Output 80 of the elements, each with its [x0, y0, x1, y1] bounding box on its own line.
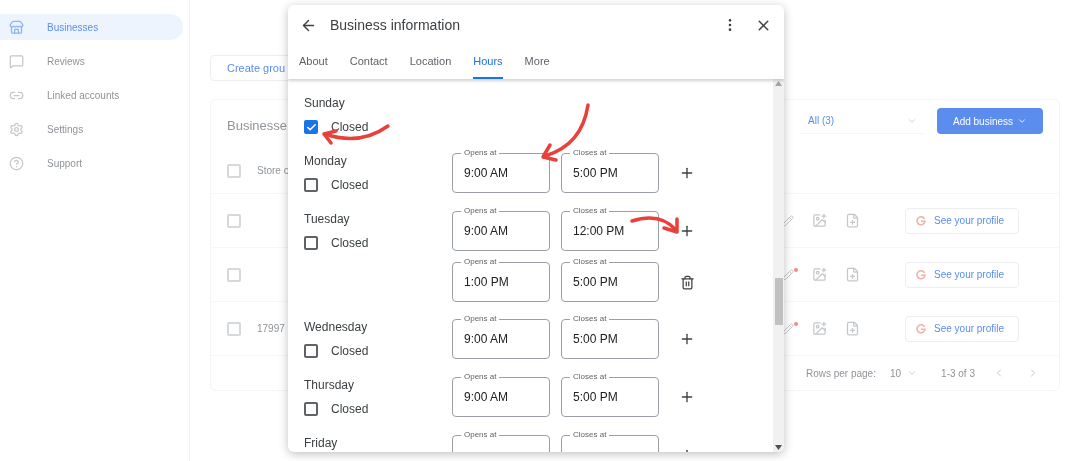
time-value: 1:00 PM	[464, 274, 509, 291]
field-label: Closes at	[570, 314, 610, 324]
add-photo-icon[interactable]	[812, 267, 827, 282]
checkbox[interactable]	[304, 178, 318, 192]
field-label: Opens at	[461, 314, 500, 324]
scrollbar-thumb[interactable]	[775, 278, 783, 325]
checkbox[interactable]	[304, 236, 318, 250]
g-logo-icon	[916, 215, 926, 226]
day-name: Sunday	[304, 96, 346, 110]
add-post-icon[interactable]	[845, 213, 860, 228]
page-range: 1-3 of 3	[941, 366, 975, 381]
field-label: Opens at	[461, 206, 500, 216]
checkbox[interactable]	[304, 120, 318, 134]
time-value: 5:00 PM	[573, 331, 618, 348]
add-photo-icon[interactable]	[812, 213, 827, 228]
card-title: Businesse	[227, 117, 287, 135]
see-profile-button[interactable]: See your profile	[905, 207, 1019, 234]
table-cell-text: 17997	[257, 322, 285, 336]
scroll-down-icon[interactable]	[775, 445, 782, 450]
checkbox-label: Closed	[331, 235, 369, 252]
day-name: Friday	[304, 436, 339, 450]
tab[interactable]: Contact	[349, 45, 388, 79]
field-label: Opens at	[461, 148, 500, 158]
time-value: 5:00 PM	[573, 165, 618, 182]
field-label: Closes at	[570, 148, 610, 158]
field-label: Opens at	[461, 430, 500, 440]
time-value: 5:00 PM	[573, 274, 618, 291]
checkbox-label: Closed	[331, 177, 369, 194]
checkbox[interactable]	[304, 344, 318, 358]
time-value: 9:00 AM	[464, 389, 509, 406]
checkbox[interactable]	[304, 402, 318, 416]
filter-dropdown[interactable]: All (3)	[800, 108, 925, 134]
scrollbar[interactable]	[773, 79, 784, 452]
time-value: 9:00 AM	[464, 331, 509, 348]
annotation-arrow	[630, 216, 679, 234]
add-post-icon[interactable]	[845, 267, 860, 282]
settings-icon	[9, 121, 24, 137]
day-name: Monday	[304, 154, 348, 168]
annotation-arrow	[322, 124, 390, 145]
field-label: Opens at	[461, 257, 500, 267]
g-logo-icon	[916, 269, 926, 280]
day-name: Wednesday	[304, 320, 369, 334]
tab[interactable]: About	[299, 45, 328, 79]
g-logo-icon	[916, 323, 926, 334]
field-label: Closes at	[570, 206, 610, 216]
checkbox-label: Closed	[331, 343, 369, 360]
time-value: 9:00 AM	[464, 165, 509, 182]
day-name: Thursday	[304, 378, 356, 392]
see-profile-button[interactable]: See your profile	[905, 261, 1019, 288]
tab[interactable]: Location	[409, 45, 452, 79]
see-profile-button[interactable]: See your profile	[905, 315, 1019, 342]
help-icon	[9, 155, 24, 171]
rows-per-page-label: Rows per page:	[805, 366, 876, 381]
checkbox-label: Closed	[331, 401, 369, 418]
tab[interactable]: More	[524, 45, 550, 79]
time-value: 9:00 AM	[464, 223, 509, 240]
add-photo-icon[interactable]	[812, 321, 827, 336]
pencil-icon[interactable]	[782, 214, 794, 227]
day-name: Tuesday	[304, 212, 351, 226]
field-label: Closes at	[570, 430, 610, 440]
trash-icon[interactable]	[679, 274, 695, 290]
time-value: 12:00 PM	[573, 223, 625, 240]
checkbox-label: Closed	[331, 119, 369, 136]
tab[interactable]: Hours	[473, 45, 503, 79]
plus-icon[interactable]	[679, 331, 695, 347]
plus-icon[interactable]	[679, 165, 695, 181]
chat-icon	[9, 53, 24, 69]
pencil-icon[interactable]	[782, 322, 794, 335]
pencil-icon[interactable]	[782, 268, 794, 281]
plus-icon[interactable]	[679, 223, 695, 239]
store-icon	[9, 19, 24, 35]
column-header: Store c	[257, 164, 289, 178]
field-label: Closes at	[570, 372, 610, 382]
field-label: Closes at	[570, 257, 610, 267]
scroll-up-icon[interactable]	[775, 81, 782, 86]
add-post-icon[interactable]	[845, 321, 860, 336]
field-label: Opens at	[461, 372, 500, 382]
time-value: 5:00 PM	[573, 389, 618, 406]
dialog-title: Business information	[330, 15, 460, 35]
plus-icon[interactable]	[679, 389, 695, 405]
